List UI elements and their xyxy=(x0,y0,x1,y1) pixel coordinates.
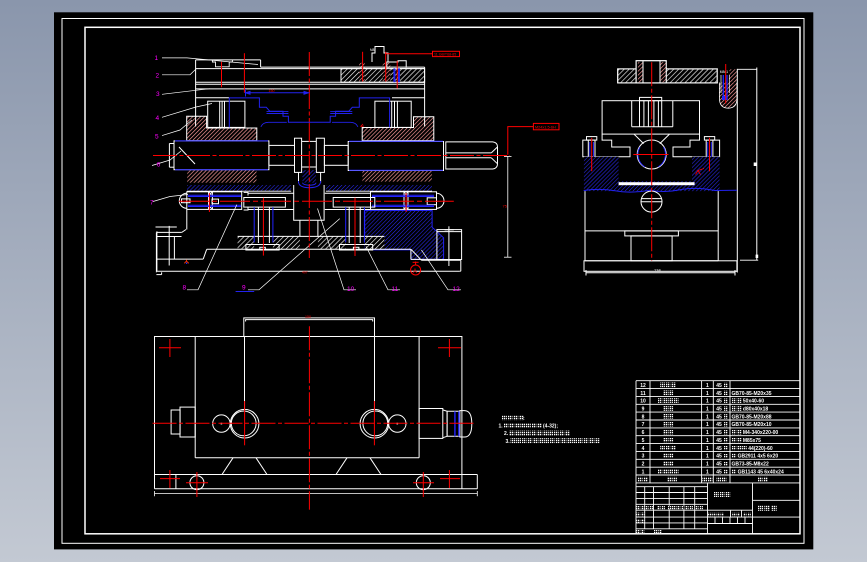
svg-text:75: 75 xyxy=(503,204,508,209)
svg-text:45: 45 xyxy=(716,469,722,475)
svg-text:M8x1: M8x1 xyxy=(720,70,728,74)
svg-text:10: 10 xyxy=(640,399,646,405)
svg-text:M85x75: M85x75 xyxy=(743,438,761,444)
svg-text:4: 4 xyxy=(156,115,160,122)
svg-text:GB70-85-M20x88: GB70-85-M20x88 xyxy=(732,414,772,420)
svg-text:3: 3 xyxy=(156,91,160,98)
svg-text:45: 45 xyxy=(716,454,722,460)
svg-text:1: 1 xyxy=(706,391,709,397)
svg-text:7: 7 xyxy=(150,199,154,206)
svg-text:8: 8 xyxy=(183,285,187,292)
svg-text:1: 1 xyxy=(706,422,709,428)
svg-text:GB70-85-M20x35: GB70-85-M20x35 xyxy=(732,391,772,397)
svg-text:4: 4 xyxy=(642,446,645,452)
svg-text:1: 1 xyxy=(706,414,709,420)
svg-text:134: 134 xyxy=(654,268,661,273)
svg-text:45: 45 xyxy=(716,430,722,436)
svg-text:1: 1 xyxy=(642,469,645,475)
svg-text:GB2911 4x5 6x20: GB2911 4x5 6x20 xyxy=(738,454,779,460)
svg-text:1: 1 xyxy=(706,430,709,436)
svg-text:GB73-85-M8x22: GB73-85-M8x22 xyxy=(732,462,769,468)
svg-text:GB70-85-M20x10: GB70-85-M20x10 xyxy=(732,422,772,428)
svg-text:M8: M8 xyxy=(370,48,375,52)
svg-text:M4-340x220-00: M4-340x220-00 xyxy=(743,430,779,436)
svg-text:7: 7 xyxy=(642,422,645,428)
svg-text:9: 9 xyxy=(642,407,645,413)
svg-text:12: 12 xyxy=(453,286,461,293)
svg-text:150: 150 xyxy=(305,315,311,319)
svg-text:1.: 1. xyxy=(499,424,504,430)
svg-text:1: 1 xyxy=(706,399,709,405)
svg-text:1: 1 xyxy=(706,469,709,475)
svg-text:11: 11 xyxy=(640,391,646,397)
svg-text:2: 2 xyxy=(156,73,160,80)
svg-text:45: 45 xyxy=(716,438,722,444)
svg-text:(4-32);: (4-32); xyxy=(543,424,558,430)
svg-text:1: 1 xyxy=(706,454,709,460)
svg-text:45: 45 xyxy=(716,407,722,413)
svg-text:GB1143 45 6x40x24: GB1143 45 6x40x24 xyxy=(738,469,784,475)
svg-text:45: 45 xyxy=(716,414,722,420)
svg-text:12: 12 xyxy=(640,383,646,389)
svg-text:d80x40x18: d80x40x18 xyxy=(743,407,769,413)
svg-text:44(220)-60: 44(220)-60 xyxy=(748,446,773,452)
svg-text:8: 8 xyxy=(642,414,645,420)
svg-text:5: 5 xyxy=(642,438,645,444)
svg-text:45: 45 xyxy=(716,462,722,468)
svg-text:9: 9 xyxy=(242,285,246,292)
svg-text:2.: 2. xyxy=(504,431,509,437)
svg-text:3.: 3. xyxy=(506,439,511,445)
svg-text:1: 1 xyxy=(706,383,709,389)
svg-text:1: 1 xyxy=(155,55,159,62)
svg-text:50x40-60: 50x40-60 xyxy=(743,399,764,405)
svg-text:6: 6 xyxy=(642,430,645,436)
svg-text:6: 6 xyxy=(157,161,161,168)
svg-text:M24x1.5-6H: M24x1.5-6H xyxy=(535,126,556,130)
svg-text:45: 45 xyxy=(716,446,722,452)
svg-text:1: 1 xyxy=(706,407,709,413)
svg-text:5: 5 xyxy=(155,133,159,140)
svg-text:407: 407 xyxy=(302,271,308,275)
svg-text:2: 2 xyxy=(642,462,645,468)
svg-text:45: 45 xyxy=(716,399,722,405)
svg-text:1: 1 xyxy=(706,438,709,444)
svg-text:1: 1 xyxy=(706,446,709,452)
svg-text:45: 45 xyxy=(716,391,722,397)
svg-text:10: 10 xyxy=(347,286,355,293)
svg-text:1: 1 xyxy=(706,462,709,468)
svg-text:45: 45 xyxy=(716,422,722,428)
svg-text:11 GB/T68-85: 11 GB/T68-85 xyxy=(434,53,456,57)
svg-text:11: 11 xyxy=(392,286,399,293)
svg-text:45: 45 xyxy=(716,383,722,389)
svg-text:3: 3 xyxy=(642,454,645,460)
